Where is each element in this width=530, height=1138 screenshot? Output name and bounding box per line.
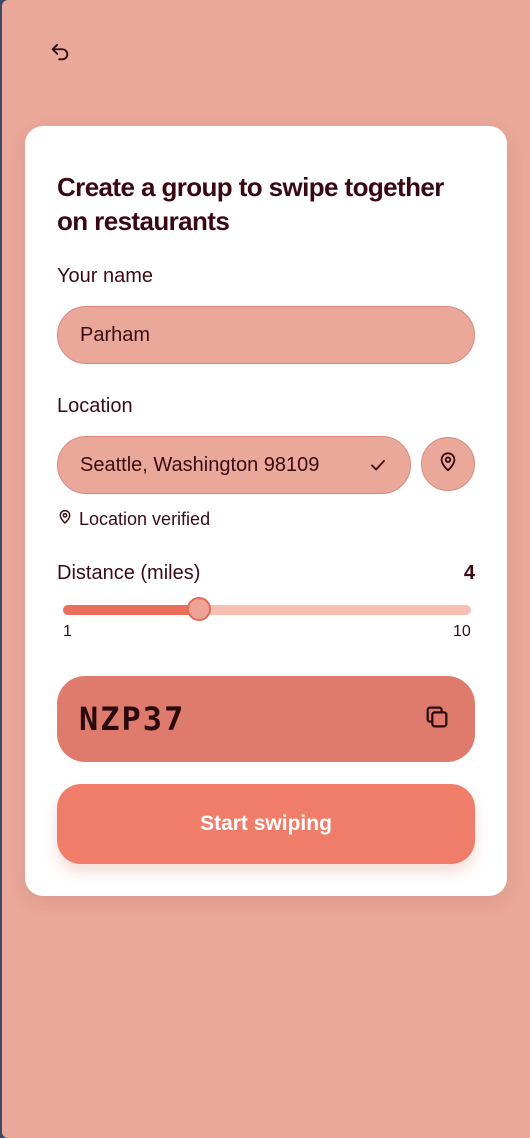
distance-label: Distance (miles) <box>57 562 201 584</box>
distance-header: Distance (miles) 4 <box>57 562 475 585</box>
distance-value: 4 <box>463 562 475 584</box>
page-title: Create a group to swipe together on rest… <box>57 172 444 236</box>
map-pin-icon <box>57 509 73 530</box>
copy-code-button[interactable] <box>421 703 453 735</box>
undo-arrow-icon <box>49 41 71 68</box>
distance-slider[interactable] <box>63 597 471 621</box>
location-input[interactable] <box>80 453 369 477</box>
use-current-location-button[interactable] <box>421 437 475 491</box>
back-button[interactable] <box>46 40 74 68</box>
map-pin-icon <box>437 451 459 478</box>
check-icon <box>368 455 388 475</box>
name-label: Your name <box>57 265 153 287</box>
app-screen: Create a group to swipe together on rest… <box>2 0 530 1138</box>
group-code: NZP37 <box>79 700 186 738</box>
slider-max-label: 10 <box>453 623 471 640</box>
slider-min-label: 1 <box>63 623 72 640</box>
location-label: Location <box>57 395 133 417</box>
create-group-card: Create a group to swipe together on rest… <box>25 126 507 896</box>
location-verified-status: Location verified <box>57 509 210 530</box>
verified-text: Location verified <box>79 509 211 529</box>
start-swiping-button[interactable]: Start swiping <box>57 784 475 864</box>
slider-fill <box>63 605 199 615</box>
slider-thumb[interactable] <box>187 597 211 621</box>
group-code-box: NZP37 <box>57 676 475 762</box>
copy-icon <box>423 703 451 736</box>
name-field-wrapper <box>57 306 475 364</box>
name-input[interactable] <box>80 323 452 347</box>
location-field-wrapper <box>57 436 411 494</box>
